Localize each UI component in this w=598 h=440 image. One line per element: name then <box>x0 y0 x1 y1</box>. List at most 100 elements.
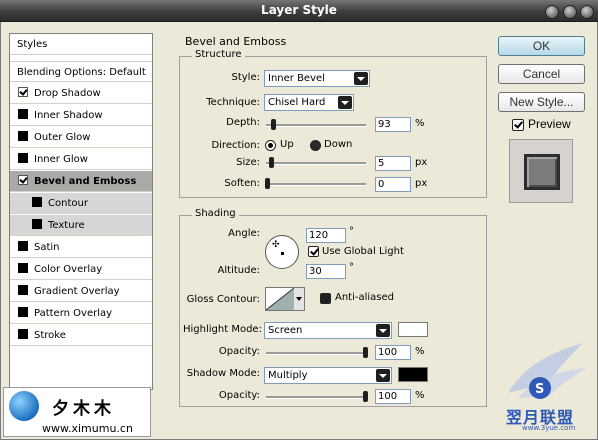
highlight-opacity-track[interactable] <box>266 352 368 355</box>
style-item-pattern-overlay[interactable]: Pattern Overlay <box>10 303 152 324</box>
technique-select[interactable]: Chisel Hard <box>264 94 354 111</box>
highlight-mode-select[interactable]: Screen <box>264 322 392 339</box>
chevron-down-icon <box>376 369 390 382</box>
title-bar[interactable]: Layer Style <box>0 0 598 22</box>
size-input[interactable]: 5 <box>375 156 411 171</box>
depth-input[interactable]: 93 <box>375 117 411 132</box>
style-select[interactable]: Inner Bevel <box>264 70 370 87</box>
depth-slider-track[interactable] <box>266 124 366 127</box>
structure-title: Structure <box>192 49 245 60</box>
soften-input[interactable]: 0 <box>375 177 411 192</box>
blending-options-item[interactable]: Blending Options: Default <box>10 61 152 82</box>
style-item-label: Inner Glow <box>34 154 88 165</box>
shadow-opacity-unit: % <box>415 390 425 401</box>
style-checkbox[interactable] <box>18 153 28 163</box>
soften-unit: px <box>415 178 428 189</box>
style-item-label: Gradient Overlay <box>34 286 120 297</box>
angle-input[interactable]: 120 <box>306 228 346 243</box>
style-checkbox[interactable] <box>32 219 42 229</box>
style-item-texture[interactable]: Texture <box>10 215 152 236</box>
styles-list: Styles Blending Options: Default Drop Sh… <box>9 33 153 390</box>
style-item-label: Texture <box>48 220 85 231</box>
soften-slider-track[interactable] <box>266 183 366 186</box>
style-checkbox[interactable] <box>18 131 28 141</box>
style-value: Inner Bevel <box>268 73 325 84</box>
antialiased-checkbox[interactable] <box>320 293 331 304</box>
angle-dial[interactable]: ✣ <box>265 235 299 269</box>
gloss-contour-picker[interactable] <box>265 287 305 311</box>
style-checkbox[interactable] <box>32 197 42 207</box>
ok-button[interactable]: OK <box>498 36 585 56</box>
style-checkbox[interactable] <box>18 329 28 339</box>
watermark-left-url: www.ximumu.cn <box>42 422 133 435</box>
style-item-label: Bevel and Emboss <box>34 176 137 187</box>
style-item-satin[interactable]: Satin <box>10 237 152 258</box>
new-style-button[interactable]: New Style... <box>498 92 585 112</box>
style-item-inner-shadow[interactable]: Inner Shadow <box>10 105 152 126</box>
style-item-inner-glow[interactable]: Inner Glow <box>10 149 152 170</box>
preview-label: Preview <box>528 117 571 131</box>
styles-header-label: Styles <box>17 39 48 50</box>
style-item-color-overlay[interactable]: Color Overlay <box>10 259 152 280</box>
shadow-mode-select[interactable]: Multiply <box>264 367 392 384</box>
altitude-unit: ° <box>349 262 354 273</box>
chevron-down-icon <box>354 72 368 85</box>
style-item-drop-shadow[interactable]: Drop Shadow <box>10 83 152 104</box>
depth-unit: % <box>415 118 425 129</box>
style-item-stroke[interactable]: Stroke <box>10 325 152 346</box>
maximize-icon[interactable] <box>563 5 577 19</box>
angle-label: Angle: <box>228 228 260 239</box>
global-light-checkbox[interactable] <box>308 246 319 257</box>
size-label: Size: <box>236 157 260 168</box>
highlight-opacity-input[interactable]: 100 <box>375 345 411 360</box>
shadow-color-swatch[interactable] <box>398 367 428 382</box>
highlight-mode-value: Screen <box>268 325 303 336</box>
style-item-bevel-and-emboss[interactable]: Bevel and Emboss <box>10 171 152 192</box>
depth-slider-thumb[interactable] <box>271 119 276 130</box>
styles-header[interactable]: Styles <box>10 34 152 55</box>
contour-curve-icon <box>266 288 304 310</box>
cancel-button[interactable]: Cancel <box>498 64 585 84</box>
chevron-down-icon <box>376 324 390 337</box>
watermark-left: 夕木木 www.ximumu.cn <box>3 387 151 437</box>
style-checkbox[interactable] <box>18 263 28 273</box>
style-checkbox[interactable] <box>18 175 28 185</box>
preview-thumbnail <box>509 139 573 203</box>
style-checkbox[interactable] <box>18 307 28 317</box>
size-slider-track[interactable] <box>266 162 366 165</box>
shadow-opacity-track[interactable] <box>266 396 368 399</box>
style-item-label: Contour <box>48 198 88 209</box>
highlight-opacity-unit: % <box>415 346 425 357</box>
watermark-right-url: www.3yue.com <box>522 424 576 432</box>
shadow-opacity-thumb[interactable] <box>363 391 368 402</box>
close-icon[interactable] <box>580 5 594 19</box>
soften-label: Soften: <box>224 178 260 189</box>
highlight-color-swatch[interactable] <box>398 322 428 337</box>
altitude-input[interactable]: 30 <box>306 264 346 279</box>
direction-down-label: Down <box>324 139 353 150</box>
highlight-mode-label: Highlight Mode: <box>183 324 262 335</box>
shadow-opacity-input[interactable]: 100 <box>375 389 411 404</box>
blending-options-label: Blending Options: Default <box>17 67 146 78</box>
style-item-gradient-overlay[interactable]: Gradient Overlay <box>10 281 152 302</box>
style-item-outer-glow[interactable]: Outer Glow <box>10 127 152 148</box>
style-checkbox[interactable] <box>18 109 28 119</box>
preview-checkbox[interactable] <box>512 119 524 131</box>
dial-center-icon <box>281 252 284 255</box>
direction-up-radio[interactable] <box>265 140 276 151</box>
style-checkbox[interactable] <box>18 285 28 295</box>
size-slider-thumb[interactable] <box>269 157 274 168</box>
antialiased-label: Anti-aliased <box>335 292 395 303</box>
minimize-icon[interactable] <box>545 5 559 19</box>
soften-slider-thumb[interactable] <box>265 178 270 189</box>
chevron-down-icon <box>338 96 352 109</box>
direction-down-radio[interactable] <box>310 140 321 151</box>
section-title: Bevel and Emboss <box>185 35 287 48</box>
highlight-opacity-label: Opacity: <box>218 346 260 357</box>
style-checkbox[interactable] <box>18 87 28 97</box>
svg-text:S: S <box>535 382 544 397</box>
highlight-opacity-thumb[interactable] <box>363 347 368 358</box>
style-item-contour[interactable]: Contour <box>10 193 152 214</box>
style-checkbox[interactable] <box>18 241 28 251</box>
globe-logo-icon <box>9 391 39 421</box>
